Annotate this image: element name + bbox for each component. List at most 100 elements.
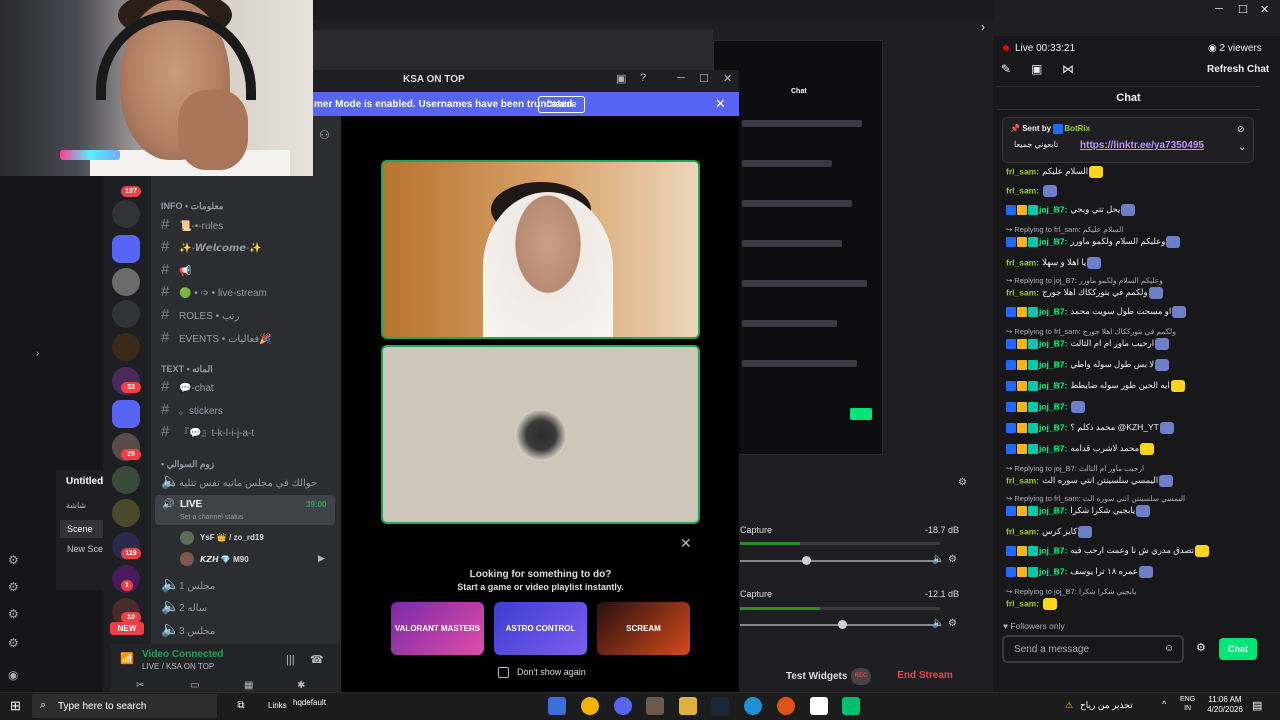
discord-minimize-icon[interactable]: ─: [677, 72, 685, 84]
expand-arrow-icon[interactable]: ›: [36, 348, 39, 359]
video-tile-user[interactable]: [381, 160, 700, 339]
voice-channel[interactable]: 🔈حوالك في مجلس ماتيه تفس تتليه: [161, 473, 317, 491]
chat-username[interactable]: joj_B7:: [1039, 338, 1067, 348]
chat-message[interactable]: joj_B7: ايه الحين طور سوله ضايطط: [1006, 380, 1185, 392]
mixer-gear-icon[interactable]: ⚙: [948, 554, 957, 565]
chat-message[interactable]: joj_B7: عمره ١٨ ترا يوسف: [1006, 566, 1153, 578]
emote-icon[interactable]: ☺: [1164, 643, 1174, 654]
avatar[interactable]: [180, 531, 194, 545]
voice-connected-channel[interactable]: LIVE / KSA ON TOP: [142, 662, 214, 671]
suggestion-close-icon[interactable]: ✕: [680, 535, 692, 552]
help-icon[interactable]: ?: [640, 72, 646, 84]
voice-channel[interactable]: 🔈ساله 2: [161, 598, 207, 616]
chat-message[interactable]: frl_sam:: [1006, 598, 1058, 610]
discord-maximize-icon[interactable]: ☐: [699, 72, 709, 85]
chat-send-button[interactable]: Chat: [1219, 638, 1257, 660]
screen-share-icon[interactable]: ▭: [190, 680, 199, 691]
category-voice[interactable]: • زوم السوالي: [161, 459, 214, 470]
edge-icon[interactable]: [744, 697, 762, 715]
download-icon[interactable]: [112, 300, 140, 328]
dont-show-again-checkbox[interactable]: Don't show again: [498, 667, 586, 679]
chat-messages[interactable]: frl_sam: السلام عليكم frl_sam: joj_B7: يحل ت…: [997, 112, 1260, 624]
chat-message[interactable]: joj_B7: ارحيب ماور ام ام الثالث: [1006, 338, 1170, 350]
soundboard-icon[interactable]: ✱: [297, 680, 305, 691]
chevron-down-icon[interactable]: ⌄: [1238, 142, 1246, 153]
chat-message[interactable]: frl_sam:: [1006, 185, 1058, 197]
inbox-icon[interactable]: ▣: [616, 72, 626, 85]
disable-streamer-mode-button[interactable]: Disable: [538, 96, 585, 113]
channel-live-stream[interactable]: # 🟢 • ➩ • live-stream: [161, 283, 267, 301]
notification-icon[interactable]: ▤: [1252, 699, 1262, 712]
maximize-icon[interactable]: ☐: [1238, 3, 1248, 16]
refresh-chat-button[interactable]: Refresh Chat: [1207, 64, 1269, 75]
plugin-icon-3[interactable]: ⚙: [8, 607, 19, 621]
task-view-icon[interactable]: ⧉: [232, 697, 250, 715]
file-explorer-icon[interactable]: [679, 697, 697, 715]
discord-taskbar-icon[interactable]: [614, 697, 632, 715]
chat-username[interactable]: frl_sam:: [1006, 287, 1039, 297]
chat-username[interactable]: joj_B7:: [1039, 204, 1067, 214]
edit-icon[interactable]: ✎: [1001, 62, 1011, 76]
close-icon[interactable]: ✕: [1260, 3, 1269, 16]
hqdefault-file[interactable]: hqdefault: [293, 698, 326, 707]
chat-message[interactable]: frl_sam: يا اهلا و سهلا: [1006, 257, 1102, 269]
volume-slider-knob[interactable]: [802, 556, 811, 565]
test-widgets-button[interactable]: Test Widgets: [786, 671, 847, 682]
expand-panel-icon[interactable]: ›: [981, 20, 985, 34]
chat-settings-icon[interactable]: ⚙: [1196, 641, 1206, 654]
activities-icon[interactable]: ▦: [244, 680, 253, 691]
pinned-link[interactable]: https://linktr.ee/ya7350495: [1080, 140, 1204, 151]
server-icon[interactable]: [112, 400, 140, 428]
chat-message[interactable]: joj_B7: يابجبي شكرا شكرا: [1006, 505, 1151, 517]
chat-username[interactable]: frl_sam:: [1006, 526, 1039, 536]
chat-username[interactable]: frl_sam:: [1006, 185, 1039, 195]
checkbox[interactable]: [498, 667, 509, 679]
channel-announcements[interactable]: # 📢: [161, 261, 191, 279]
voice-connected-status[interactable]: Video Connected: [142, 649, 224, 660]
app-icon[interactable]: [548, 697, 566, 715]
server-icon[interactable]: [112, 268, 140, 296]
search-input[interactable]: [58, 697, 178, 715]
chat-username[interactable]: frl_sam:: [1006, 598, 1039, 608]
unpin-icon[interactable]: ⊘: [1237, 124, 1245, 135]
share-icon[interactable]: ⋈: [1062, 62, 1074, 76]
chat-username[interactable]: frl_sam:: [1006, 257, 1039, 267]
game-card-scream[interactable]: SCREAM: [597, 602, 690, 655]
server-icon[interactable]: [112, 466, 140, 494]
chat-message[interactable]: joj_B7: لا بس طول سوله واطي: [1006, 359, 1170, 371]
chat-message[interactable]: joj_B7: يحل تتي وبجي: [1006, 204, 1136, 216]
voice-user-name[interactable]: 𝙆𝙕𝙃 💎 M90: [200, 555, 249, 564]
rec-indicator[interactable]: REC: [851, 668, 871, 685]
server-icon[interactable]: [112, 333, 140, 361]
volume-slider[interactable]: [740, 560, 940, 562]
chat-message[interactable]: frl_sam: كايز كرس: [1006, 526, 1093, 538]
user-icon[interactable]: ◉: [8, 668, 18, 682]
chat-username[interactable]: frl_sam:: [1006, 475, 1039, 485]
settings-icon[interactable]: ⚙: [8, 636, 19, 650]
disconnect-icon[interactable]: ☎: [310, 653, 324, 666]
scene-tab[interactable]: شاشة: [66, 501, 86, 510]
chat-username[interactable]: frl_sam:: [1006, 166, 1039, 176]
chat-message[interactable]: joj_B7: تصدق مدري ش نا وعمت ارحب فيه: [1006, 545, 1210, 557]
chat-username[interactable]: joj_B7:: [1039, 380, 1067, 390]
app-icon[interactable]: [777, 697, 795, 715]
category-text[interactable]: TEXT • الماته: [161, 364, 213, 375]
channel-welcome[interactable]: # ✨-𝙒𝙚𝙡𝙘𝙤𝙢𝙚-✨: [161, 238, 262, 256]
chat-message[interactable]: frl_sam: ولكمم في بتورككاك اهلا جورج: [1006, 287, 1163, 299]
minimize-icon[interactable]: ─: [1215, 3, 1223, 15]
camera-off-icon[interactable]: ✂: [136, 680, 144, 691]
plugin-icon-2[interactable]: ⚙: [8, 580, 19, 594]
video-tile-avatar[interactable]: [381, 345, 700, 524]
chat-message[interactable]: joj_B7: او مسحت طول سويت محمد: [1006, 306, 1187, 318]
channel-chat[interactable]: # 💬-chat: [161, 378, 214, 396]
channel-rules[interactable]: # 📜-•-rules: [161, 216, 223, 234]
chat-input[interactable]: [1014, 639, 1164, 659]
language-indicator[interactable]: ENG IN: [1180, 695, 1195, 713]
taskbar-clock[interactable]: 11:06 AM 4/20/2026: [1205, 695, 1245, 715]
volume-slider-knob[interactable]: [838, 620, 847, 629]
channel-stickers[interactable]: # 。stickers: [161, 401, 223, 419]
discord-close-icon[interactable]: ✕: [723, 72, 732, 85]
server-icon[interactable]: [112, 499, 140, 527]
app-icon[interactable]: [842, 697, 860, 715]
channel-roles[interactable]: # ROLES • رتب: [161, 306, 239, 324]
